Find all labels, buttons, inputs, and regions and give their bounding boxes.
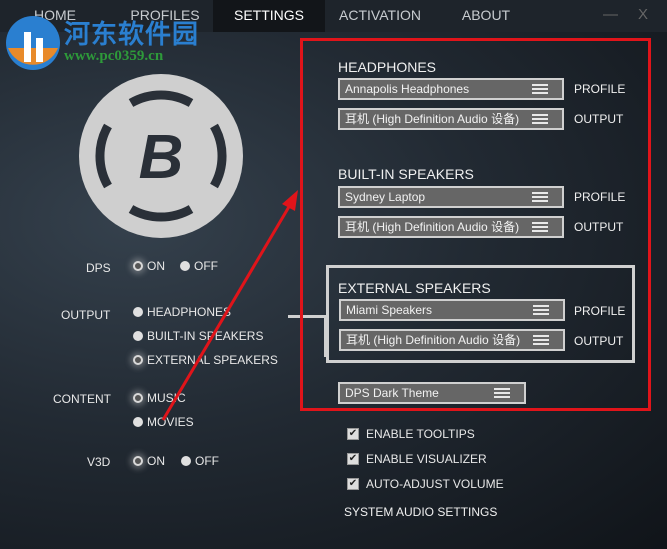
annotation-arrow-icon xyxy=(161,190,298,421)
